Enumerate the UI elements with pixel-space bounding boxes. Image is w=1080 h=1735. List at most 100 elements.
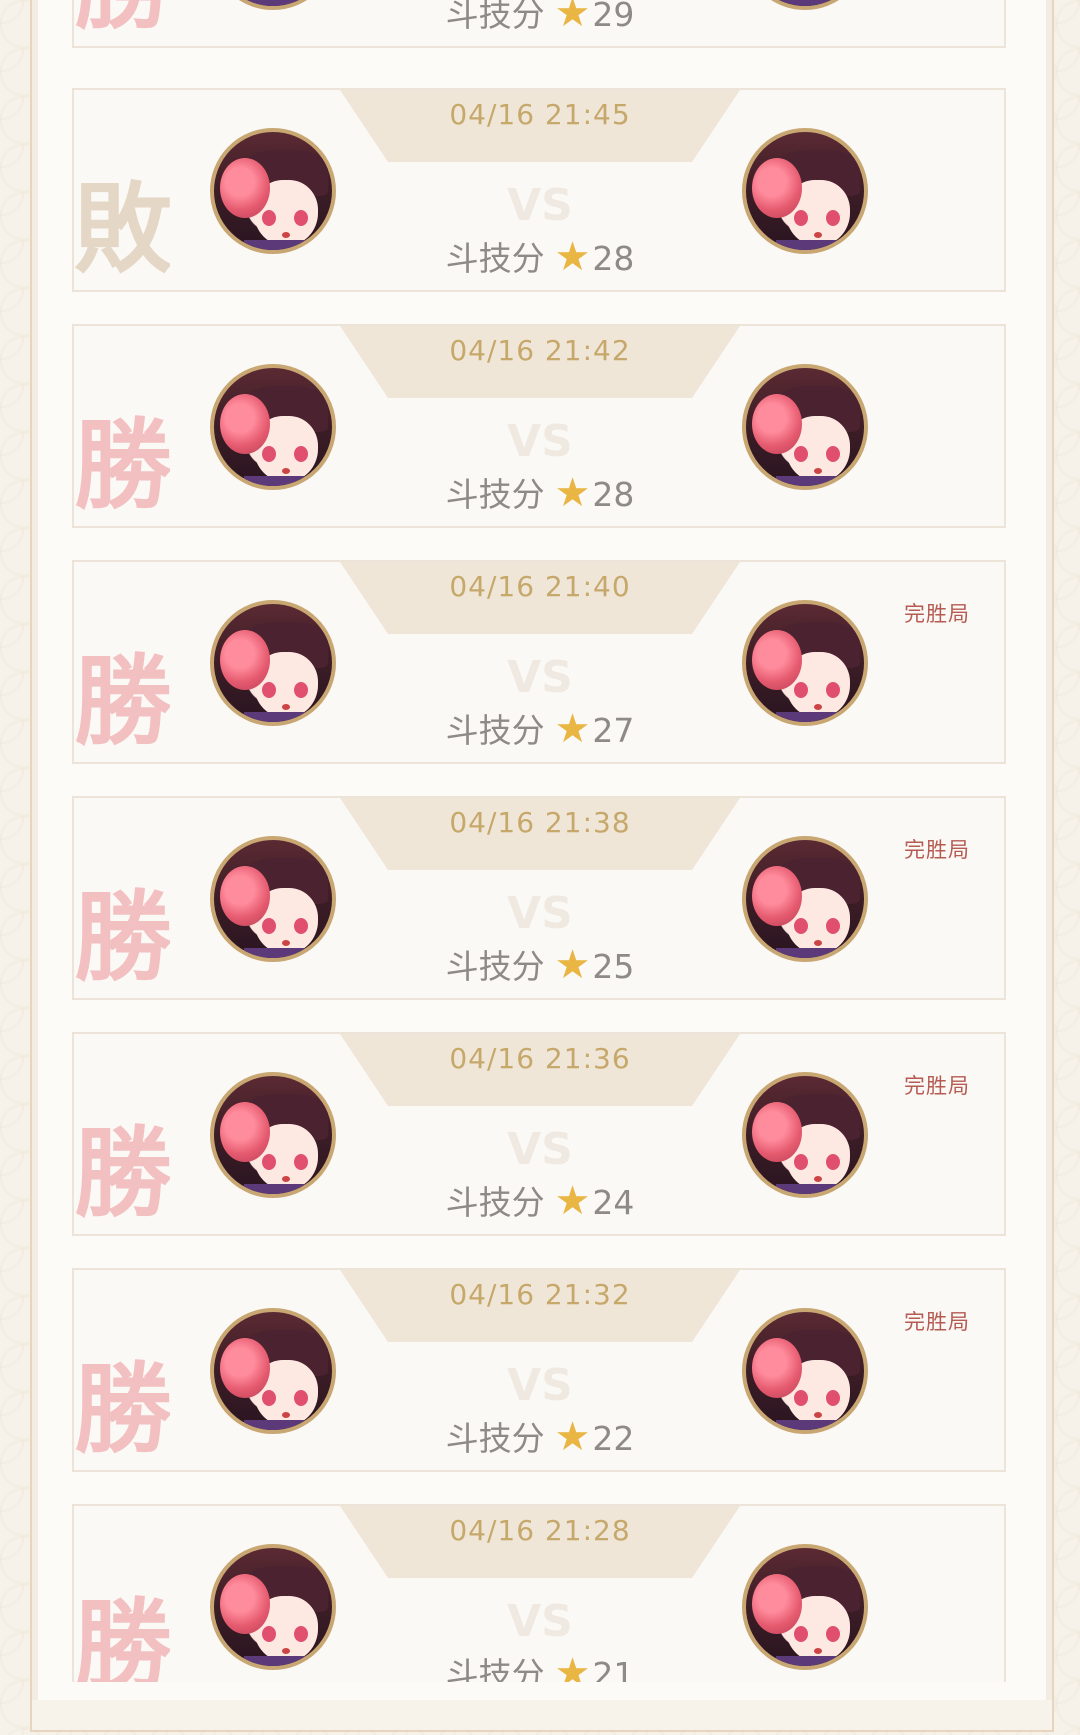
star-icon: ★ bbox=[554, 1650, 591, 1682]
opponent-avatar[interactable] bbox=[742, 1308, 868, 1434]
battle-record-list[interactable]: 勝 VS 斗技分★29 敗 bbox=[72, 0, 1008, 1682]
avatar-flower bbox=[220, 1338, 270, 1398]
perfect-win-badge: 完胜局 bbox=[904, 1310, 970, 1334]
avatar-eye bbox=[794, 210, 808, 226]
vs-label: VS bbox=[507, 180, 573, 231]
score-value: 25 bbox=[592, 947, 635, 986]
match-time: 04/16 21:32 bbox=[449, 1278, 631, 1311]
result-stamp: 勝 bbox=[74, 1116, 170, 1231]
player-avatar[interactable] bbox=[210, 364, 336, 490]
avatar-mouth bbox=[814, 1176, 822, 1182]
avatar-mouth bbox=[282, 704, 290, 710]
battle-record-card[interactable]: 勝 04/16 21:32 VS 斗技分 ★22 完胜局 bbox=[72, 1268, 1006, 1472]
vs-label: VS bbox=[507, 1124, 573, 1175]
battle-record-card[interactable]: 勝 04/16 21:38 VS 斗技分 ★25 完胜局 bbox=[72, 796, 1006, 1000]
result-stamp: 勝 bbox=[74, 880, 170, 995]
avatar-flower bbox=[220, 158, 270, 218]
score-label: 斗技分 bbox=[445, 1655, 545, 1682]
match-time: 04/16 21:36 bbox=[449, 1042, 631, 1075]
result-stamp: 勝 bbox=[74, 644, 170, 759]
avatar-eye bbox=[294, 1390, 308, 1406]
battle-record-card[interactable]: 勝 04/16 21:40 VS 斗技分 ★27 完胜局 bbox=[72, 560, 1006, 764]
score-value: 28 bbox=[592, 475, 635, 514]
arena-score: 斗技分 ★24 bbox=[340, 1176, 740, 1224]
score-label: 斗技分 bbox=[445, 475, 545, 514]
opponent-avatar[interactable] bbox=[742, 128, 868, 254]
avatar-eye bbox=[262, 446, 276, 462]
star-icon: ★ bbox=[554, 0, 591, 36]
match-time: 04/16 21:38 bbox=[449, 806, 631, 839]
battle-record-card[interactable]: 敗 04/16 21:45 VS 斗技分 ★28 bbox=[72, 88, 1006, 292]
avatar-mouth bbox=[282, 1648, 290, 1654]
avatar-eye bbox=[794, 918, 808, 934]
player-avatar[interactable] bbox=[210, 128, 336, 254]
avatar-flower bbox=[752, 630, 802, 690]
score-value: 24 bbox=[592, 1183, 635, 1222]
match-time: 04/16 21:40 bbox=[449, 570, 631, 603]
score-label: 斗技分 bbox=[445, 1419, 545, 1458]
avatar-eye bbox=[826, 682, 840, 698]
battle-record-card[interactable]: 勝 VS 斗技分★29 bbox=[72, 0, 1006, 48]
result-stamp: 勝 bbox=[74, 1352, 170, 1467]
opponent-avatar[interactable] bbox=[742, 0, 868, 10]
avatar-eye bbox=[262, 918, 276, 934]
avatar-kimono bbox=[244, 476, 324, 486]
avatar-flower bbox=[752, 866, 802, 926]
battle-record-card[interactable]: 勝 04/16 21:42 VS 斗技分 ★28 bbox=[72, 324, 1006, 528]
arena-score: 斗技分 ★27 bbox=[340, 704, 740, 752]
star-icon: ★ bbox=[554, 470, 591, 516]
arena-score: 斗技分 ★21 bbox=[340, 1648, 740, 1682]
avatar-eye bbox=[826, 918, 840, 934]
avatar-kimono bbox=[776, 1420, 856, 1430]
avatar-mouth bbox=[282, 940, 290, 946]
avatar-kimono bbox=[244, 712, 324, 722]
score-label: 斗技分 bbox=[445, 1183, 545, 1222]
opponent-avatar[interactable] bbox=[742, 364, 868, 490]
opponent-avatar[interactable] bbox=[742, 600, 868, 726]
match-time: 04/16 21:28 bbox=[449, 1514, 631, 1547]
avatar-flower bbox=[220, 394, 270, 454]
player-avatar[interactable] bbox=[210, 600, 336, 726]
avatar-eye bbox=[794, 1390, 808, 1406]
result-stamp: 敗 bbox=[74, 172, 170, 287]
result-stamp: 勝 bbox=[74, 408, 170, 523]
score-label: 斗技分 bbox=[445, 239, 545, 278]
avatar-mouth bbox=[814, 704, 822, 710]
avatar-eye bbox=[294, 1626, 308, 1642]
player-avatar[interactable] bbox=[210, 0, 336, 10]
perfect-win-badge: 完胜局 bbox=[904, 838, 970, 862]
score-label: 斗技分 bbox=[445, 947, 545, 986]
avatar-eye bbox=[262, 682, 276, 698]
player-avatar[interactable] bbox=[210, 1072, 336, 1198]
arena-score: 斗技分 ★28 bbox=[340, 232, 740, 280]
avatar-eye bbox=[294, 682, 308, 698]
opponent-avatar[interactable] bbox=[742, 836, 868, 962]
score-label: 斗技分 bbox=[445, 711, 545, 750]
player-avatar[interactable] bbox=[210, 1308, 336, 1434]
opponent-avatar[interactable] bbox=[742, 1544, 868, 1670]
score-value: 21 bbox=[592, 1655, 635, 1682]
match-time: 04/16 21:45 bbox=[449, 98, 631, 131]
avatar-flower bbox=[752, 158, 802, 218]
battle-record-card[interactable]: 勝 04/16 21:28 VS 斗技分 ★21 bbox=[72, 1504, 1006, 1682]
panel-bottom-edge bbox=[30, 1700, 1054, 1732]
star-icon: ★ bbox=[554, 234, 591, 280]
avatar-flower bbox=[220, 1102, 270, 1162]
battle-record-card[interactable]: 勝 04/16 21:36 VS 斗技分 ★24 完胜局 bbox=[72, 1032, 1006, 1236]
player-avatar[interactable] bbox=[210, 836, 336, 962]
avatar-mouth bbox=[814, 940, 822, 946]
avatar-eye bbox=[794, 1626, 808, 1642]
avatar-eye bbox=[826, 1154, 840, 1170]
avatar-mouth bbox=[282, 1412, 290, 1418]
avatar-flower bbox=[220, 630, 270, 690]
vs-label: VS bbox=[507, 652, 573, 703]
opponent-avatar[interactable] bbox=[742, 1072, 868, 1198]
avatar-eye bbox=[794, 1154, 808, 1170]
arena-score: 斗技分 ★29 bbox=[340, 0, 740, 36]
player-avatar[interactable] bbox=[210, 1544, 336, 1670]
score-value: 28 bbox=[592, 239, 635, 278]
avatar-kimono bbox=[244, 240, 324, 250]
avatar-mouth bbox=[814, 468, 822, 474]
arena-score: 斗技分 ★28 bbox=[340, 468, 740, 516]
vs-label: VS bbox=[507, 1360, 573, 1411]
